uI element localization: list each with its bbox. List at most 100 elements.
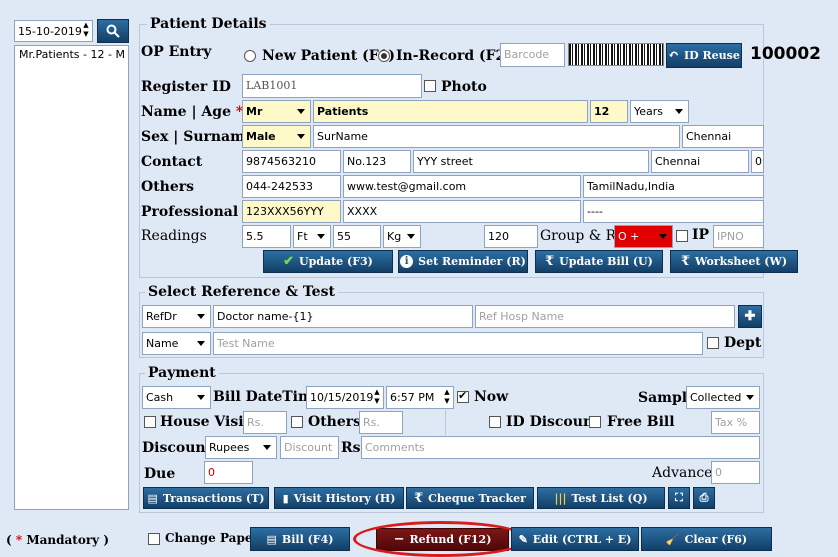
set-reminder-button[interactable]: i Set Reminder (R)	[398, 250, 528, 273]
city-input[interactable]: Chennai	[682, 125, 764, 148]
street-input[interactable]: YYY street	[413, 150, 649, 173]
house-visit-rs-input[interactable]: Rs.	[243, 411, 287, 434]
new-patient-radio[interactable]	[244, 50, 256, 62]
tax-input[interactable]: Tax %	[711, 411, 760, 434]
photo-checkbox[interactable]	[424, 80, 436, 92]
worksheet-icon: ₹	[680, 254, 690, 269]
mandatory-note: ( * Mandatory )	[6, 533, 109, 547]
weight-input[interactable]: 55	[333, 225, 381, 248]
divider	[445, 410, 446, 435]
section-title-patient-details: Patient Details	[147, 16, 270, 32]
sample-select[interactable]: Collected	[686, 386, 760, 409]
state-input[interactable]: TamilNadu,India	[583, 175, 764, 198]
now-checkbox[interactable]	[457, 389, 469, 403]
due-input[interactable]: 0	[204, 461, 253, 484]
date-spinner[interactable]: ▲ ▼	[80, 21, 92, 41]
transactions-button[interactable]: ▤ Transactions (T)	[143, 487, 269, 509]
others-checkbox[interactable]	[291, 416, 303, 428]
free-bill-label: Free Bill	[607, 414, 675, 430]
name-input[interactable]: Patients	[313, 100, 588, 123]
search-button[interactable]	[97, 19, 129, 43]
group-rh-label: Group & Rh	[540, 228, 626, 244]
plus-icon: ✚	[744, 309, 756, 324]
update-button[interactable]: ✔ Update (F3)	[263, 250, 393, 273]
ref-type-select[interactable]: RefDr	[142, 305, 211, 328]
professional-id-input[interactable]: 123XXX56YYY	[242, 200, 341, 223]
contact-label: Contact	[141, 154, 203, 170]
age-input[interactable]: 12	[590, 100, 628, 123]
id-discount-checkbox[interactable]	[489, 416, 501, 428]
update-bill-button[interactable]: ₹ Update Bill (U)	[535, 250, 663, 273]
professional-extra-input[interactable]: ----	[583, 200, 764, 223]
worksheet-button[interactable]: ₹ Worksheet (W)	[670, 250, 798, 273]
comments-input[interactable]: Comments	[361, 436, 760, 459]
expand-button[interactable]: ⛶	[668, 487, 690, 509]
discount-type-select[interactable]: Rupees	[205, 436, 277, 459]
edit-button[interactable]: ✎ Edit (CTRL + E)	[511, 527, 639, 551]
bill-time-spinner[interactable]: ▲ ▼	[441, 388, 453, 407]
test-list-button[interactable]: ||| Test List (Q)	[537, 487, 665, 509]
id-reuse-button[interactable]: ↶ ID Reuse	[666, 43, 742, 68]
op-entry-label: OP Entry	[141, 44, 212, 60]
others-fee-label: Others	[308, 414, 362, 430]
test-list-icon: |||	[554, 491, 567, 505]
free-bill-checkbox[interactable]	[589, 416, 601, 428]
landline-input[interactable]: 044-242533	[242, 175, 341, 198]
print-button[interactable]: ⎙	[693, 487, 715, 509]
change-paper-checkbox[interactable]	[148, 533, 160, 545]
height-unit-select[interactable]: Ft	[293, 225, 331, 248]
new-patient-label[interactable]: New Patient (F1)	[262, 48, 395, 64]
visit-history-icon: ▮	[282, 491, 289, 505]
dept-checkbox[interactable]	[707, 337, 719, 349]
phone-input[interactable]: 9874563210	[242, 150, 341, 173]
patient-number: 100002	[750, 44, 821, 64]
age-unit-select[interactable]: Years	[630, 100, 689, 123]
advance-input[interactable]: 0	[711, 461, 760, 484]
payment-mode-select[interactable]: Cash	[142, 386, 211, 409]
bill-icon: ▤	[266, 532, 277, 546]
ref-hosp-input[interactable]: Ref Hosp Name	[475, 305, 735, 328]
discount-input[interactable]: Discount	[280, 436, 339, 459]
pin-input[interactable]: 0	[751, 150, 764, 173]
patient-list[interactable]: Mr.Patients - 12 - M	[14, 45, 129, 510]
add-reference-button[interactable]: ✚	[738, 305, 762, 328]
others-label: Others	[141, 179, 195, 195]
bp-input[interactable]: 120	[484, 225, 538, 248]
ip-checkbox[interactable]	[676, 230, 688, 242]
test-name-input[interactable]: Test Name	[213, 332, 703, 355]
ip-label: IP	[692, 227, 710, 243]
weight-unit-select[interactable]: Kg	[383, 225, 421, 248]
house-visit-checkbox[interactable]	[144, 416, 156, 428]
blood-group-select[interactable]: O +	[614, 225, 673, 248]
professional-name-input[interactable]: XXXX	[343, 200, 581, 223]
register-id-label: Register ID	[141, 79, 231, 95]
sex-select[interactable]: Male	[242, 125, 311, 148]
info-icon: i	[400, 255, 414, 268]
rupee-icon: ₹	[545, 254, 555, 269]
title-select[interactable]: Mr	[242, 100, 311, 123]
contact-city-input[interactable]: Chennai	[651, 150, 749, 173]
door-input[interactable]: No.123	[343, 150, 411, 173]
bill-button[interactable]: ▤ Bill (F4)	[250, 527, 350, 551]
professional-label: Professional	[141, 204, 239, 220]
clear-button[interactable]: 🧹 Clear (F6)	[641, 527, 772, 551]
surname-input[interactable]: SurName	[313, 125, 680, 148]
doctor-input[interactable]: Doctor name-{1}	[213, 305, 473, 328]
email-input[interactable]: www.test@gmail.com	[343, 175, 581, 198]
height-input[interactable]: 5.5	[242, 225, 291, 248]
in-record-radio[interactable]	[378, 50, 390, 62]
visit-history-button[interactable]: ▮ Visit History (H)	[274, 487, 404, 509]
house-visit-label: House Visit	[160, 414, 251, 430]
barcode-input[interactable]: Barcode	[500, 43, 565, 67]
others-rs-input[interactable]: Rs.	[359, 411, 403, 434]
ipno-input[interactable]: IPNO	[713, 225, 764, 248]
cheque-tracker-button[interactable]: ₹ Cheque Tracker	[406, 487, 534, 509]
readings-label: Readings	[141, 228, 207, 244]
register-id-input[interactable]: LAB1001	[242, 74, 422, 98]
test-type-select[interactable]: Name	[142, 332, 211, 355]
now-label: Now	[474, 389, 509, 405]
list-item[interactable]: Mr.Patients - 12 - M	[15, 46, 128, 63]
in-record-label[interactable]: In-Record (F2)	[396, 48, 512, 64]
search-icon	[106, 24, 120, 38]
bill-date-spinner[interactable]: ▲ ▼	[371, 388, 383, 407]
